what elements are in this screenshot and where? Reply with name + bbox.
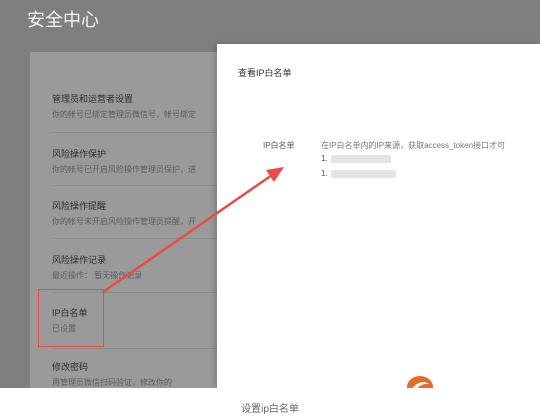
annotation-arrow — [102, 167, 284, 294]
screenshot-area: 安全中心 管理员和运营者设置 你的帐号已绑定管理员微信号，帐号绑定 风险操作保护… — [0, 0, 540, 388]
image-caption: 设置ip白名单 — [241, 404, 299, 415]
watermark-text: 创新互联 — [441, 377, 509, 388]
logo-icon — [407, 376, 433, 388]
